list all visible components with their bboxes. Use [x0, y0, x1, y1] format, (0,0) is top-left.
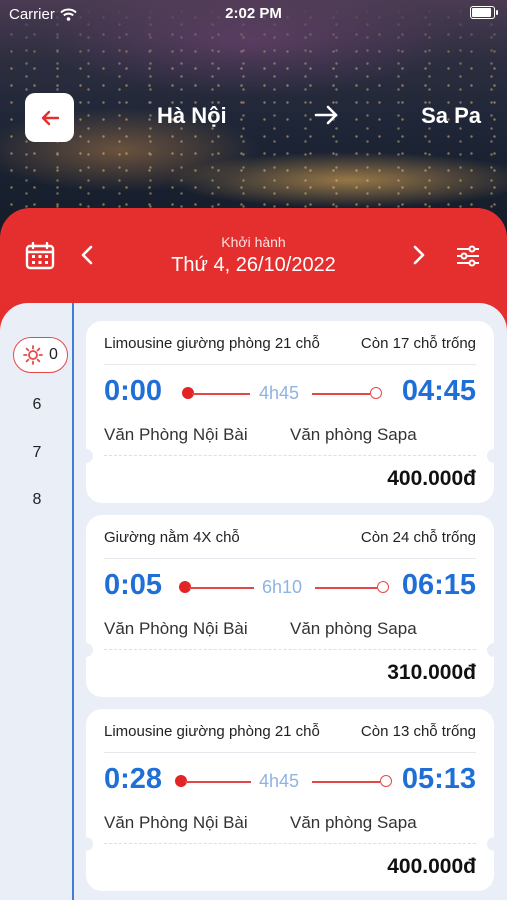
pickup-point: Văn Phòng Nội Bài	[104, 813, 248, 832]
ticket-price: 310.000đ	[387, 661, 476, 684]
date-label: Khởi hành	[221, 234, 286, 250]
trip-card[interactable]: Limousine giường phòng 21 chỗ Còn 17 chỗ…	[79, 321, 501, 503]
route-line	[312, 781, 380, 783]
seats-available: Còn 17 chỗ trống	[360, 335, 476, 352]
pickup-point: Văn Phòng Nội Bài	[104, 425, 248, 444]
trip-duration: 4h45	[259, 771, 300, 791]
ticket-price: 400.000đ	[387, 467, 476, 490]
back-button[interactable]	[25, 93, 74, 142]
departure-time: 0:05	[104, 569, 163, 601]
trip-duration: 4h45	[259, 383, 300, 403]
trip-duration: 6h10	[262, 577, 303, 597]
route-line	[189, 587, 254, 589]
route-destination: Sa Pa	[421, 103, 481, 128]
departure-time: 0:28	[104, 763, 163, 795]
route-line	[312, 393, 370, 395]
seats-available: Còn 24 chỗ trống	[360, 529, 476, 546]
arrival-dot	[370, 387, 382, 399]
dropoff-point: Văn phòng Sapa	[290, 813, 417, 832]
trip-card[interactable]: Giường nằm 4X chỗ Còn 24 chỗ trống 0:05 …	[79, 515, 501, 697]
status-time: 2:02 PM	[225, 5, 282, 22]
divider	[104, 843, 476, 844]
battery-icon	[470, 6, 498, 19]
arrow-right-icon	[314, 104, 340, 131]
divider	[104, 364, 476, 365]
route-line	[185, 781, 251, 783]
arrival-time: 05:13	[401, 763, 476, 795]
hour-item-6[interactable]: 6	[0, 396, 74, 414]
departure-time: 0:00	[104, 375, 163, 407]
divider	[104, 752, 476, 753]
route-line	[315, 587, 377, 589]
bus-type: Limousine giường phòng 21 chỗ	[104, 335, 320, 352]
arrow-left-icon	[41, 110, 59, 125]
route-origin: Hà Nội	[157, 103, 227, 128]
trip-list-panel: 0 6 7 8 Limousine giường phòng 21 chỗ Cò…	[0, 303, 507, 900]
bus-type: Limousine giường phòng 21 chỗ	[104, 723, 320, 740]
arrival-time: 06:15	[401, 569, 476, 601]
seats-available: Còn 13 chỗ trống	[360, 723, 476, 740]
divider	[104, 455, 476, 456]
hour-filter: 0 6 7 8	[0, 303, 74, 900]
hour-item-8[interactable]: 8	[0, 491, 74, 509]
arrival-time: 04:45	[401, 375, 476, 407]
filter-icon[interactable]	[455, 244, 481, 273]
arrival-dot	[377, 581, 389, 593]
hour-item-7[interactable]: 7	[0, 444, 74, 462]
trip-card[interactable]: Limousine giường phòng 21 chỗ Còn 13 chỗ…	[79, 709, 501, 891]
pickup-point: Văn Phòng Nội Bài	[104, 619, 248, 638]
route-line	[192, 393, 250, 395]
chevron-right-icon[interactable]	[410, 244, 428, 271]
sun-icon	[23, 345, 43, 365]
bus-type: Giường nằm 4X chỗ	[104, 529, 240, 546]
ticket-price: 400.000đ	[387, 855, 476, 878]
hour-label: 0	[49, 346, 58, 363]
hour-item-0[interactable]: 0	[13, 337, 68, 373]
arrival-dot	[380, 775, 392, 787]
dropoff-point: Văn phòng Sapa	[290, 619, 417, 638]
status-bar: Carrier 2:02 PM	[0, 0, 507, 28]
divider	[104, 649, 476, 650]
dropoff-point: Văn phòng Sapa	[290, 425, 417, 444]
date-value[interactable]: Thứ 4, 26/10/2022	[0, 254, 507, 277]
divider	[104, 558, 476, 559]
